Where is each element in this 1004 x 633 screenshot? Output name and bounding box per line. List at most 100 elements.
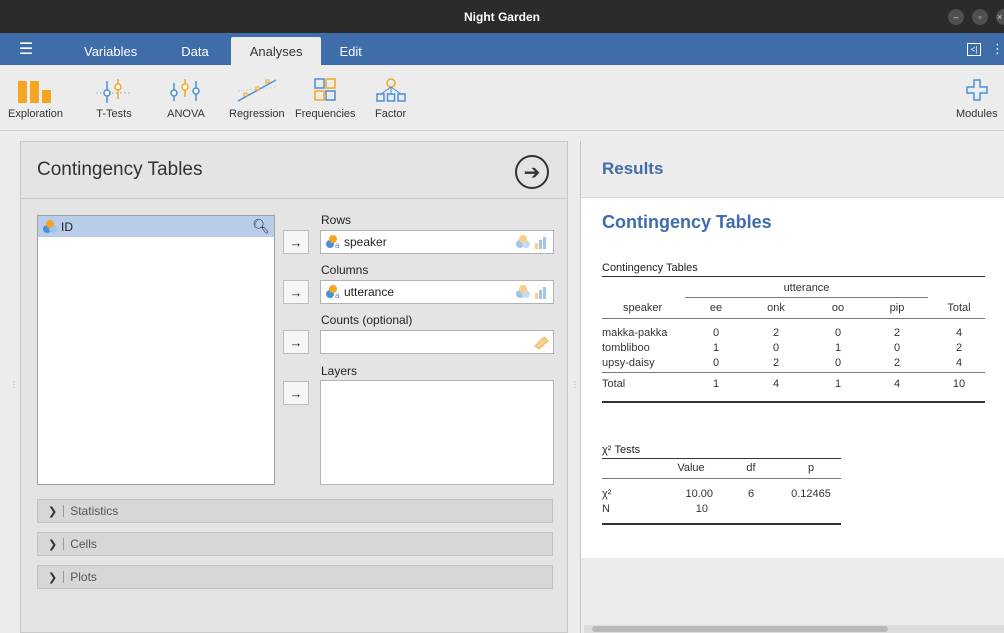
counts-field[interactable] <box>320 330 554 354</box>
variable-item-id[interactable]: ID <box>38 216 274 237</box>
layers-label: Layers <box>321 364 358 378</box>
analysis-header: Contingency Tables <box>21 142 567 199</box>
bar-chart-icon <box>16 75 56 105</box>
allowed-types-icon <box>515 235 549 249</box>
anova-button[interactable]: ANOVA <box>166 75 206 120</box>
column-header: Value <box>677 462 705 474</box>
results-header: Results <box>581 141 1004 198</box>
column-header: ee <box>709 302 723 314</box>
table-cell: 6 <box>747 488 755 500</box>
chevron-right-icon: ❯ <box>48 505 58 518</box>
separator <box>63 538 65 550</box>
frequencies-button[interactable]: Frequencies <box>295 75 356 120</box>
columns-label: Columns <box>321 263 369 277</box>
svg-text:a: a <box>335 241 340 249</box>
table-cell: 2 <box>893 357 901 369</box>
left-splitter-handle[interactable]: ⋮ <box>10 380 18 394</box>
counts-label: Counts (optional) <box>321 313 413 327</box>
move-to-layers-button[interactable]: → <box>283 381 309 405</box>
tab-analyses[interactable]: Analyses <box>230 37 322 65</box>
table-bottom-rule <box>602 523 841 525</box>
column-header: df <box>746 462 756 474</box>
variable-label: ID <box>61 219 73 234</box>
results-mode-icon[interactable]: <| <box>967 42 981 56</box>
table-row-label: tombliboo <box>602 342 650 354</box>
statistics-section[interactable]: ❯ Statistics <box>37 499 553 523</box>
results-heading: Results <box>602 159 664 178</box>
menu-bar: ☰ Variables Data Analyses Edit <| ⋮ <box>0 33 1004 65</box>
hamburger-menu-icon[interactable]: ☰ <box>0 33 52 65</box>
table-cell: 2 <box>772 357 780 369</box>
column-header: oo <box>831 302 845 314</box>
column-header: Total <box>947 302 971 314</box>
columns-field[interactable]: a utterance <box>320 280 554 304</box>
scrollbar-thumb[interactable] <box>592 626 888 632</box>
column-header: p <box>807 462 815 474</box>
exploration-button[interactable]: Exploration <box>8 75 63 120</box>
table-rule <box>602 458 841 459</box>
table-cell: 4 <box>955 357 963 369</box>
columns-value: utterance <box>344 285 395 299</box>
table-cell: 1 <box>712 342 720 354</box>
table-cell: 2 <box>955 342 963 354</box>
minimize-icon[interactable]: – <box>948 9 964 25</box>
more-options-icon[interactable]: ⋮ <box>991 41 1004 57</box>
table-rule <box>602 276 985 277</box>
regression-button[interactable]: Regression <box>229 75 285 120</box>
table-bottom-rule <box>602 401 985 403</box>
table-cell: 4 <box>772 378 780 390</box>
search-icon[interactable]: 🔍︎ <box>252 218 270 235</box>
separator <box>63 505 65 517</box>
move-to-rows-button[interactable]: → <box>283 230 309 254</box>
move-to-counts-button[interactable]: → <box>283 330 309 354</box>
group-header: utterance <box>783 282 830 294</box>
total-row-label: Total <box>602 378 626 390</box>
close-icon[interactable]: × <box>996 9 1004 25</box>
tab-edit[interactable]: Edit <box>321 37 379 65</box>
panel-splitter-handle[interactable]: ⋮ <box>571 380 579 394</box>
rows-label: Rows <box>321 213 352 227</box>
modules-button[interactable]: Modules <box>956 75 998 120</box>
menu-right-tools: <| ⋮ <box>967 33 1004 65</box>
modules-label: Modules <box>956 108 998 120</box>
table-row-label: upsy-daisy <box>602 357 655 369</box>
header-rule <box>602 478 841 479</box>
separator <box>63 571 65 583</box>
regression-label: Regression <box>229 108 285 120</box>
analysis-ribbon: Exploration T-Tests ANOVA Regression Fre… <box>0 65 1004 131</box>
results-panel: Results Contingency Tables Contingency T… <box>580 141 1004 633</box>
chevron-right-icon: ❯ <box>48 538 58 551</box>
cells-section[interactable]: ❯ Cells <box>37 532 553 556</box>
rows-value: speaker <box>344 235 387 249</box>
factor-button[interactable]: Factor <box>375 75 406 120</box>
variable-list[interactable]: ID 🔍︎ <box>37 215 275 485</box>
maximize-icon[interactable]: ▫ <box>972 9 988 25</box>
nominal-variable-icon <box>42 219 58 234</box>
table-cell: 4 <box>893 378 901 390</box>
row-header: speaker <box>623 302 663 314</box>
run-arrow-icon[interactable]: ➔ <box>515 155 549 189</box>
column-header: pip <box>889 302 905 314</box>
factor-label: Factor <box>375 108 407 120</box>
results-horizontal-scrollbar[interactable] <box>584 625 1004 633</box>
t-tests-button[interactable]: T-Tests <box>94 75 134 120</box>
svg-text:a: a <box>335 291 340 299</box>
table-cell: 1 <box>834 342 842 354</box>
header-rule <box>602 318 985 319</box>
plots-section[interactable]: ❯ Plots <box>37 565 553 589</box>
results-title: Contingency Tables <box>602 212 772 232</box>
layers-field[interactable] <box>320 380 554 485</box>
tab-data[interactable]: Data <box>159 37 230 65</box>
tab-variables[interactable]: Variables <box>52 37 159 65</box>
rows-field[interactable]: a speaker <box>320 230 554 254</box>
window-controls: – ▫ × <box>948 9 1004 25</box>
table-cell: 10.00 <box>685 488 713 500</box>
move-to-columns-button[interactable]: → <box>283 280 309 304</box>
table-cell: 0 <box>712 357 720 369</box>
statistics-label: Statistics <box>70 504 119 518</box>
factor-icon <box>375 75 406 105</box>
nominal-text-variable-icon: a <box>325 285 341 299</box>
table-cell: 1 <box>712 378 720 390</box>
frequencies-label: Frequencies <box>295 108 356 120</box>
window-title: Night Garden <box>463 9 540 24</box>
